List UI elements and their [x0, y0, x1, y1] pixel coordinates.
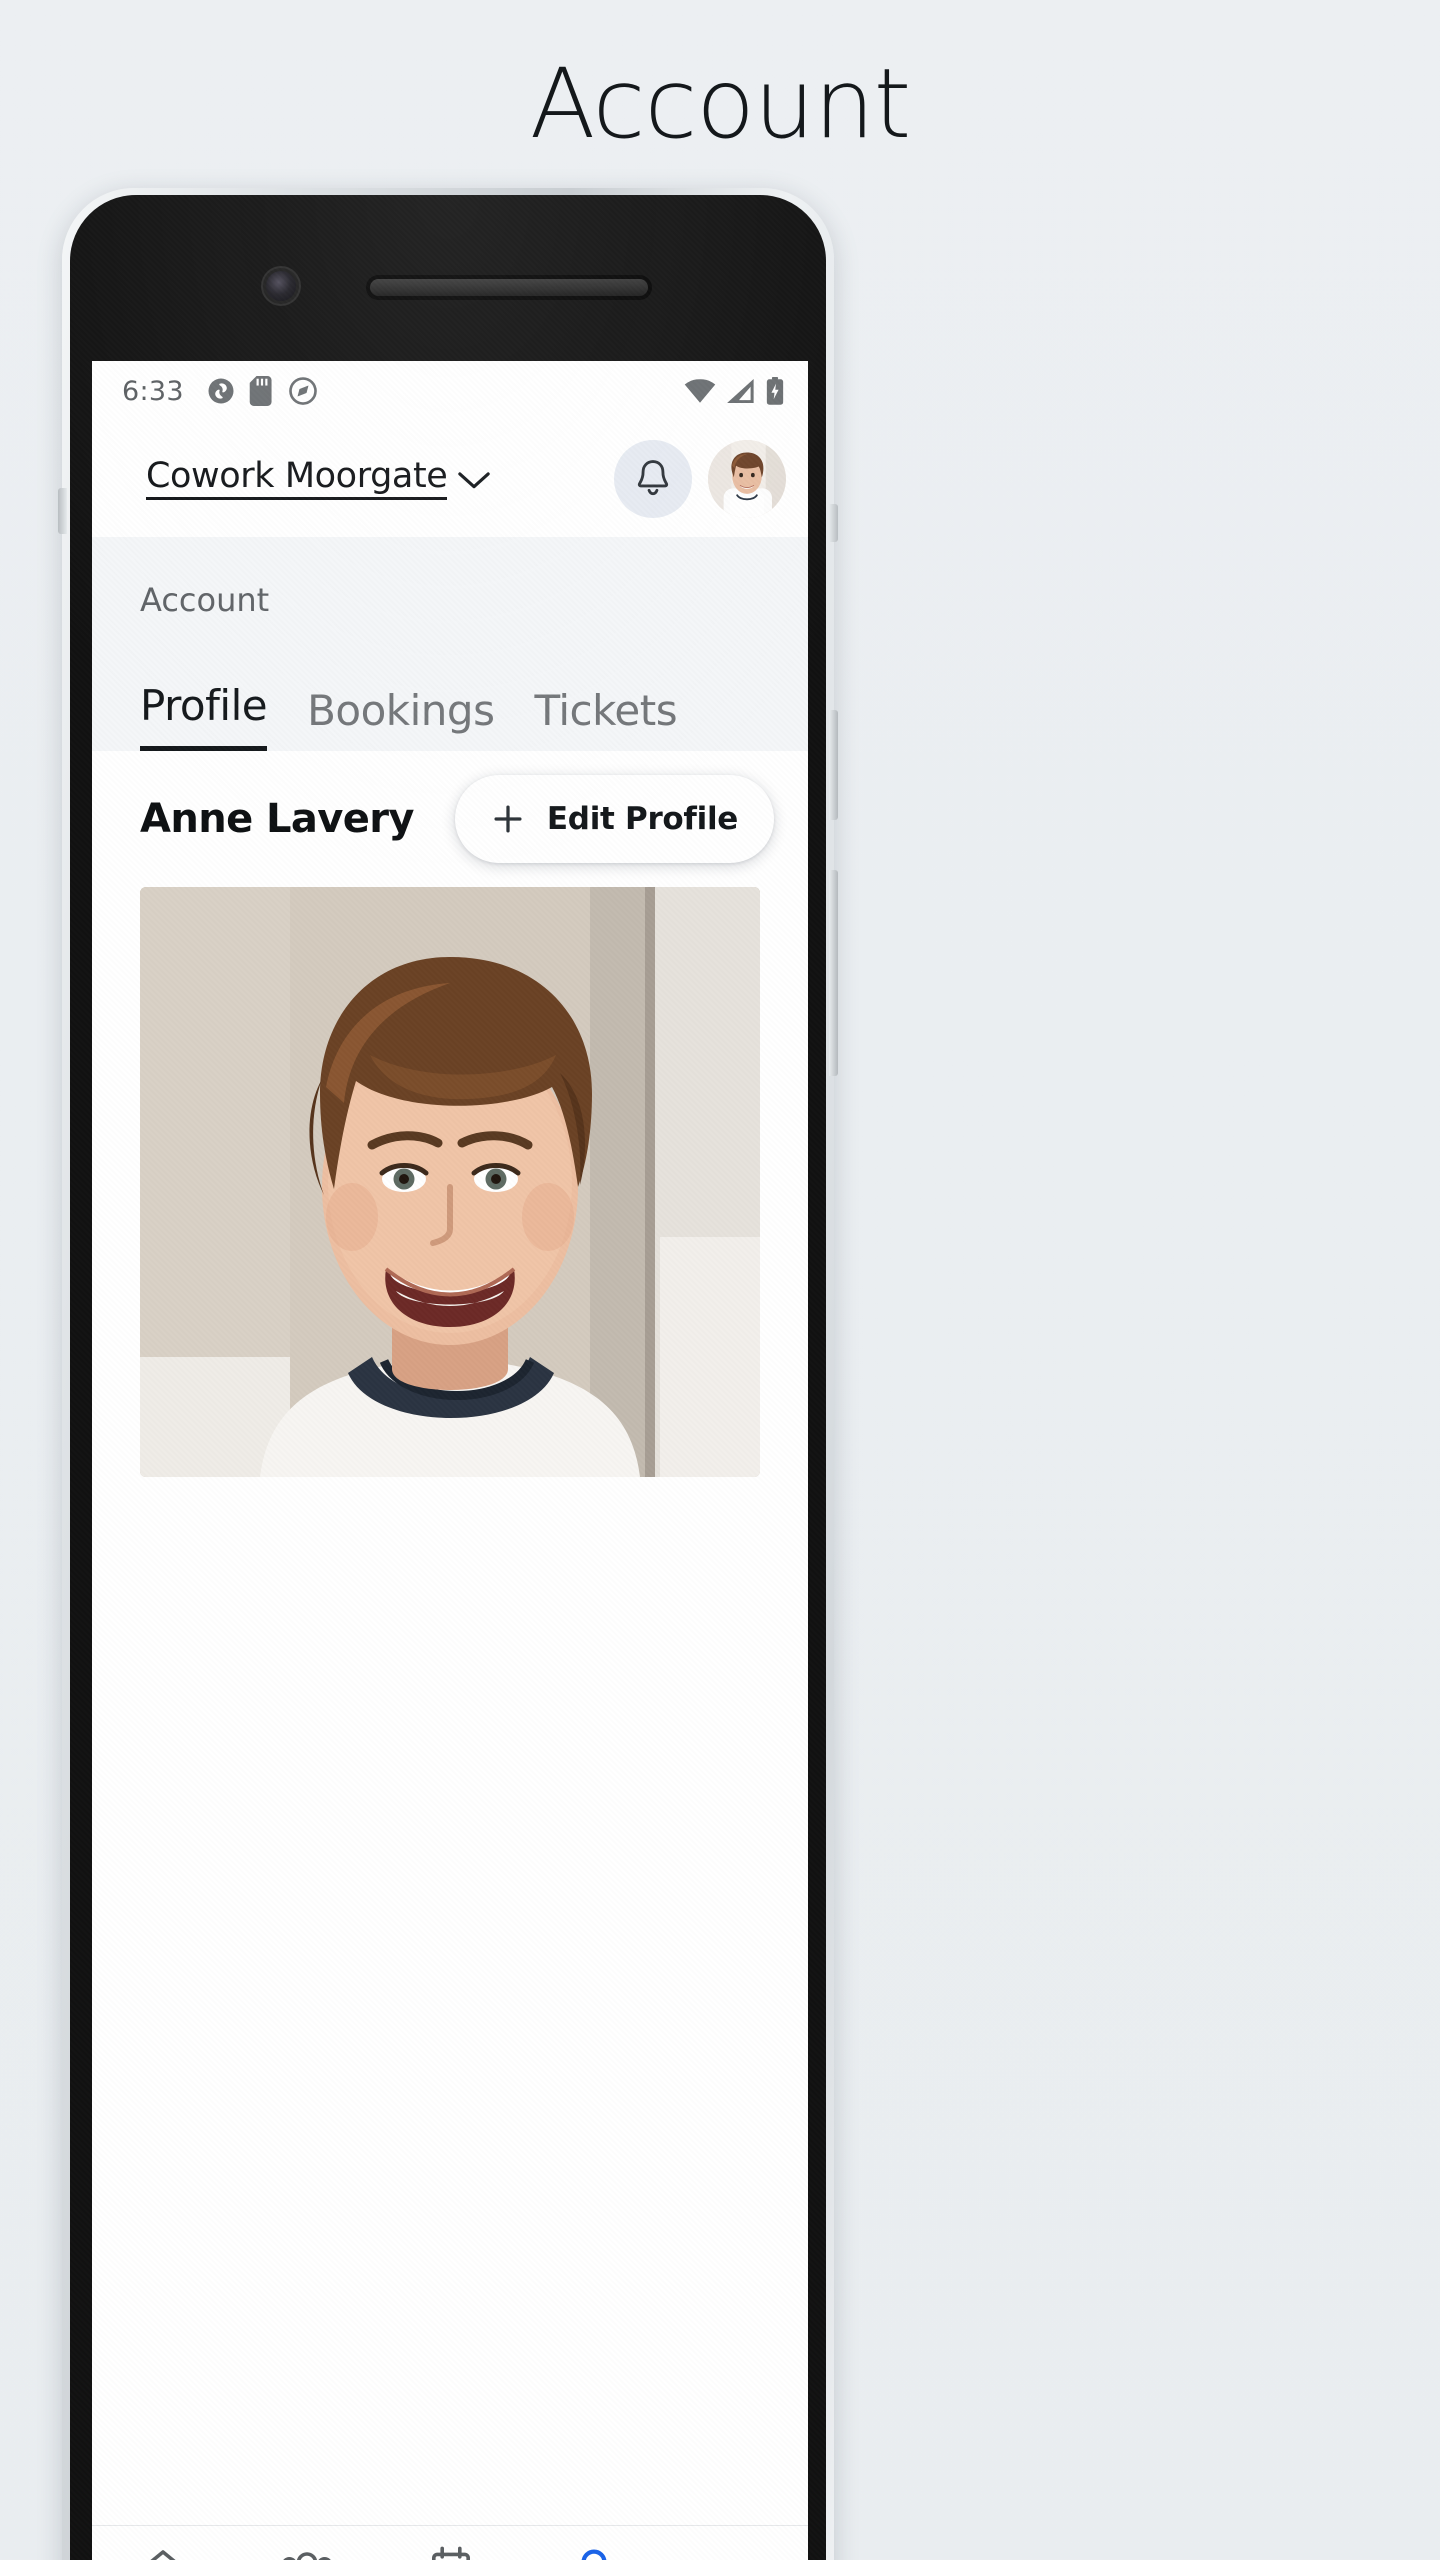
avatar-image: [708, 440, 786, 518]
device-button-right-2: [829, 710, 838, 820]
nav-item-show-all[interactable]: Show All: [665, 2544, 808, 2560]
chevron-down-icon: [458, 472, 491, 489]
edit-profile-button[interactable]: Edit Profile: [454, 775, 774, 863]
front-camera-icon: [266, 271, 296, 301]
nav-item-community[interactable]: Community: [235, 2544, 380, 2560]
page-title: Account: [529, 48, 912, 160]
tab-bar: Profile Bookings Tickets: [92, 619, 808, 751]
tab-profile[interactable]: Profile: [140, 681, 268, 751]
person-icon: [581, 2549, 607, 2560]
app-header: Cowork Moorgate: [92, 421, 808, 537]
earpiece-speaker: [370, 279, 648, 296]
venue-selector[interactable]: Cowork Moorgate: [146, 457, 491, 501]
profile-photo-container: [92, 887, 808, 1477]
status-bar: 6:33: [92, 361, 808, 421]
profile-photo-image: [140, 887, 760, 1477]
calendar-icon: [431, 2546, 470, 2560]
edit-profile-label: Edit Profile: [546, 801, 738, 837]
profile-photo[interactable]: [140, 887, 760, 1477]
nav-item-account[interactable]: Account: [522, 2544, 665, 2560]
section-label: Account: [140, 581, 270, 619]
nav-item-dashboard[interactable]: Dashboard: [92, 2544, 235, 2560]
plus-icon: [494, 805, 522, 833]
profile-name: Anne Lavery: [140, 796, 414, 842]
cellular-signal-icon: [727, 379, 754, 403]
wifi-icon: [684, 379, 716, 403]
device-button-right-1: [829, 504, 838, 542]
header-actions: [614, 440, 786, 518]
sd-card-icon: [249, 376, 272, 406]
home-icon: [150, 2550, 177, 2560]
people-icon: [283, 2552, 331, 2560]
device-button-left: [58, 488, 67, 534]
bell-icon: [637, 460, 669, 496]
avatar[interactable]: [708, 440, 786, 518]
phone-device-mockup: 6:33 Cowork Moorgate Account Profile Boo…: [58, 188, 838, 2560]
status-bar-clock: 6:33: [122, 375, 184, 407]
ellipsis-icon: [711, 2544, 762, 2560]
bottom-navigation-bar: Dashboard Community: [92, 2525, 808, 2560]
device-button-right-3: [829, 870, 838, 1076]
account-section: Account Profile Bookings Tickets: [92, 537, 808, 751]
device-bezel: 6:33 Cowork Moorgate Account Profile Boo…: [70, 195, 826, 2560]
venue-name: Cowork Moorgate: [146, 457, 448, 501]
tab-bookings[interactable]: Bookings: [307, 686, 495, 751]
status-bar-right-icons: [684, 377, 784, 405]
status-bar-left-icons: [206, 376, 318, 406]
tab-tickets[interactable]: Tickets: [534, 686, 677, 751]
nav-item-meeting-rooms[interactable]: Meeting Rooms: [380, 2544, 523, 2560]
sync-icon: [208, 378, 234, 404]
profile-header-row: Anne Lavery Edit Profile: [92, 751, 808, 887]
notifications-button[interactable]: [614, 440, 692, 518]
battery-charging-icon: [766, 377, 784, 405]
data-saver-icon: [289, 377, 317, 405]
phone-screen: 6:33 Cowork Moorgate Account Profile Boo…: [92, 361, 808, 2560]
